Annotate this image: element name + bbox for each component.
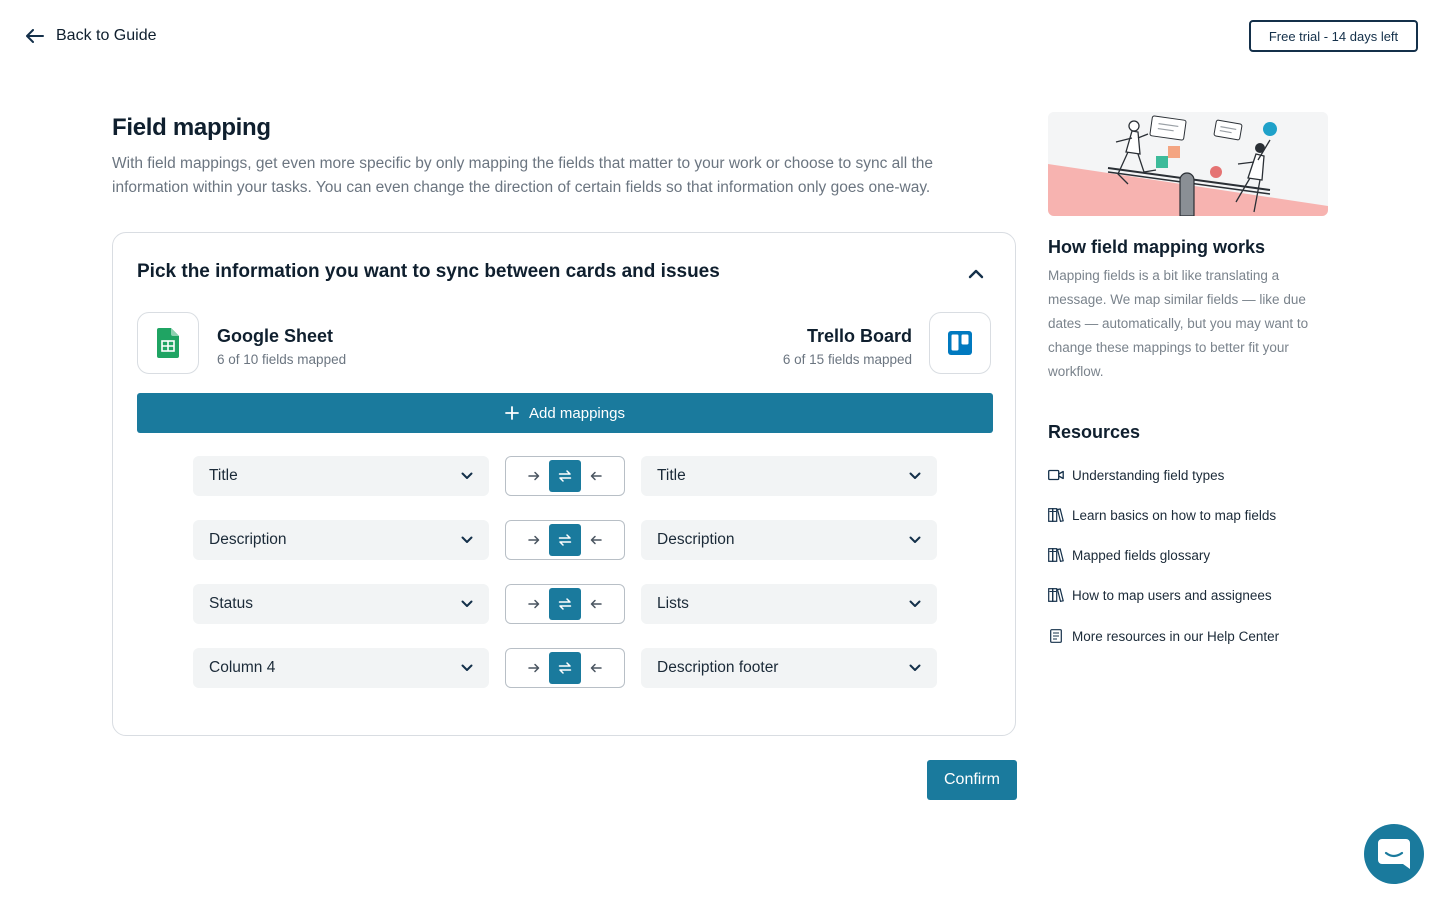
right-field-select[interactable]: Title: [641, 456, 937, 496]
left-field-select[interactable]: Title: [193, 456, 489, 496]
sync-both-ways-button[interactable]: [549, 460, 581, 492]
resource-label: Understanding field types: [1072, 467, 1225, 483]
right-field-value: Description: [657, 531, 735, 548]
right-field-select[interactable]: Lists: [641, 584, 937, 624]
google-sheets-icon: [157, 328, 179, 358]
left-field-value: Title: [209, 467, 238, 484]
sync-direction-toggle: [505, 456, 625, 496]
resource-link[interactable]: How to map users and assignees: [1048, 585, 1272, 605]
sidebar-description: Mapping fields is a bit like translating…: [1048, 268, 1309, 379]
arrow-right-icon: [527, 663, 540, 673]
trello-board-app-icon: [929, 312, 991, 374]
back-to-guide-link[interactable]: Back to Guide: [26, 24, 157, 48]
free-trial-badge[interactable]: Free trial - 14 days left: [1249, 20, 1418, 52]
two-way-arrows-icon: [558, 662, 572, 674]
sync-right-to-left-button[interactable]: [581, 460, 612, 492]
left-field-select[interactable]: Description: [193, 520, 489, 560]
sync-both-ways-button[interactable]: [549, 652, 581, 684]
resource-label: How to map users and assignees: [1072, 587, 1272, 603]
arrow-left-icon: [590, 535, 603, 545]
resource-link[interactable]: Mapped fields glossary: [1048, 545, 1210, 565]
arrow-left-icon: [590, 599, 603, 609]
chat-launcher-button[interactable]: [1364, 824, 1424, 884]
resource-label: More resources in our Help Center: [1072, 628, 1280, 644]
resource-link[interactable]: More resources in our Help Center: [1048, 626, 1279, 646]
two-way-arrows-icon: [558, 534, 572, 546]
two-way-arrows-icon: [558, 598, 572, 610]
left-field-value: Description: [209, 531, 287, 548]
library-icon: [1048, 508, 1064, 522]
sync-left-to-right-button[interactable]: [518, 524, 549, 556]
sidebar-title: How field mapping works: [1048, 237, 1266, 257]
right-field-value: Lists: [657, 595, 689, 612]
resource-link[interactable]: Understanding field types: [1048, 465, 1224, 485]
sync-left-to-right-button[interactable]: [518, 652, 549, 684]
right-field-value: Description footer: [657, 659, 779, 676]
sync-both-ways-button[interactable]: [549, 524, 581, 556]
left-field-value: Status: [209, 595, 253, 612]
confirm-button[interactable]: Confirm: [927, 760, 1017, 800]
chevron-down-icon: [909, 664, 921, 672]
left-app-name: Google Sheet: [217, 326, 334, 346]
collapse-button[interactable]: [965, 263, 987, 285]
sync-left-to-right-button[interactable]: [518, 460, 549, 492]
right-field-select[interactable]: Description footer: [641, 648, 937, 688]
arrow-right-icon: [527, 471, 540, 481]
sync-both-ways-button[interactable]: [549, 588, 581, 620]
arrow-left-icon: [26, 29, 44, 43]
chevron-down-icon: [909, 600, 921, 608]
resource-label: Mapped fields glossary: [1072, 547, 1211, 563]
arrow-left-icon: [590, 663, 603, 673]
document-icon: [1048, 629, 1064, 643]
right-app-fields-count: 6 of 15 fields mapped: [782, 352, 912, 367]
chevron-down-icon: [909, 472, 921, 480]
arrow-right-icon: [527, 599, 540, 609]
sync-right-to-left-button[interactable]: [581, 588, 612, 620]
library-icon: [1048, 588, 1064, 602]
add-mappings-label: Add mappings: [529, 404, 625, 422]
left-field-select[interactable]: Status: [193, 584, 489, 624]
mapping-row: Status Lists: [193, 584, 937, 624]
chevron-down-icon: [909, 536, 921, 544]
sync-right-to-left-button[interactable]: [581, 652, 612, 684]
left-app-fields-count: 6 of 10 fields mapped: [217, 352, 347, 367]
mapping-row: Title Title: [193, 456, 937, 496]
left-field-select[interactable]: Column 4: [193, 648, 489, 688]
library-icon: [1048, 548, 1064, 562]
right-field-select[interactable]: Description: [641, 520, 937, 560]
sync-right-to-left-button[interactable]: [581, 524, 612, 556]
sync-direction-toggle: [505, 520, 625, 560]
trello-icon: [948, 331, 972, 355]
video-icon: [1048, 469, 1064, 481]
google-sheet-app-icon: [137, 312, 199, 374]
left-field-value: Column 4: [209, 659, 276, 676]
mapping-row: Column 4 Description footer: [193, 648, 937, 688]
add-mappings-button[interactable]: Add mappings: [137, 393, 993, 433]
page-title: Field mapping: [112, 114, 271, 141]
chevron-down-icon: [461, 472, 473, 480]
mapping-row: Description Description: [193, 520, 937, 560]
back-link-label: Back to Guide: [56, 27, 157, 44]
chevron-down-icon: [461, 600, 473, 608]
field-mapping-illustration: [1048, 112, 1328, 216]
sync-left-to-right-button[interactable]: [518, 588, 549, 620]
plus-icon: [505, 406, 519, 420]
page-description: With field mappings, get even more speci…: [112, 155, 934, 196]
right-field-value: Title: [657, 467, 686, 484]
chevron-down-icon: [461, 536, 473, 544]
two-way-arrows-icon: [558, 470, 572, 482]
arrow-right-icon: [527, 535, 540, 545]
sync-direction-toggle: [505, 648, 625, 688]
chevron-down-icon: [461, 664, 473, 672]
chevron-up-icon: [968, 269, 984, 279]
resource-link[interactable]: Learn basics on how to map fields: [1048, 505, 1276, 525]
resources-title: Resources: [1048, 422, 1141, 442]
arrow-left-icon: [590, 471, 603, 481]
field-mapping-card: Pick the information you want to sync be…: [112, 232, 1016, 736]
right-app-name: Trello Board: [806, 326, 912, 346]
sync-direction-toggle: [505, 584, 625, 624]
card-title: Pick the information you want to sync be…: [137, 261, 720, 282]
chat-icon: [1377, 838, 1411, 870]
resource-label: Learn basics on how to map fields: [1072, 507, 1277, 523]
